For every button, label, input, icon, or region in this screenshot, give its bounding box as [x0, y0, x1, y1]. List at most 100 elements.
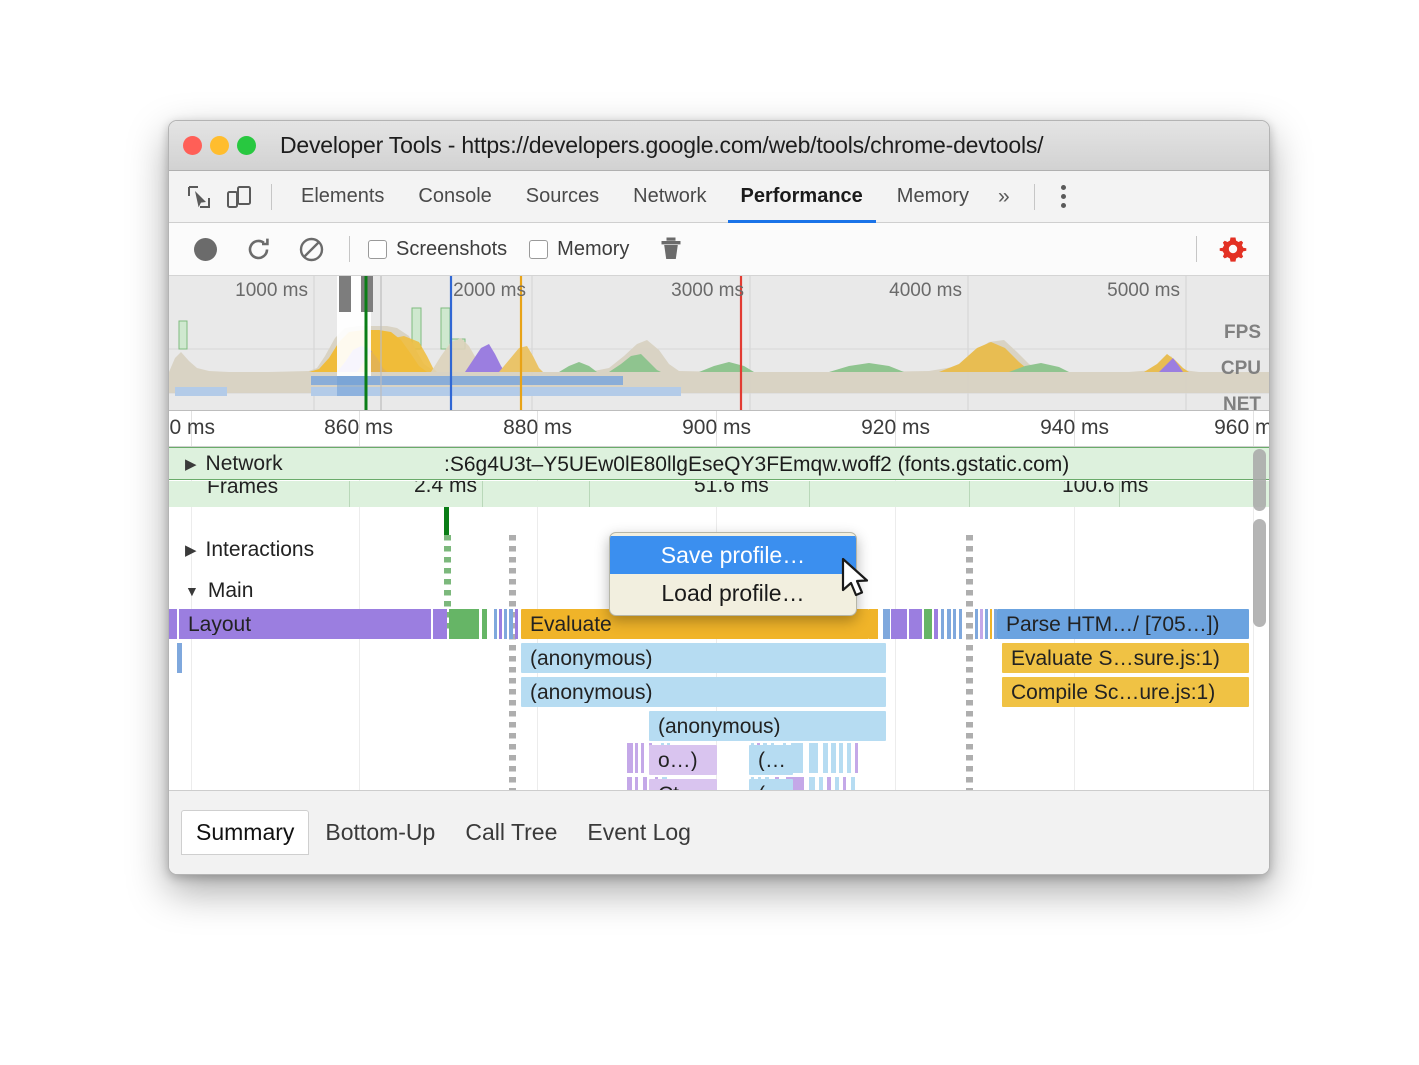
overview-tick: 5000 ms: [1107, 280, 1186, 302]
bar-label: Layout: [179, 614, 251, 635]
tab-bottom-up[interactable]: Bottom-Up: [311, 811, 449, 854]
overview-row-cpu: CPU: [1221, 358, 1261, 380]
window-close-button[interactable]: [183, 136, 202, 155]
more-tabs-icon[interactable]: »: [986, 185, 1022, 209]
tab-label: Event Log: [587, 819, 691, 845]
checkbox-box: [529, 240, 548, 259]
toolbar-divider: [271, 184, 272, 210]
tab-event-log[interactable]: Event Log: [573, 811, 705, 854]
frame-duration: 2.4 ms: [414, 481, 477, 498]
screenshots-label: Screenshots: [396, 238, 507, 261]
frame-duration: 100.6 ms: [1062, 481, 1148, 498]
tab-label: Network: [633, 185, 706, 208]
tab-summary[interactable]: Summary: [181, 810, 309, 855]
frame-duration: 51.6 ms: [694, 481, 769, 498]
compile-script-bar[interactable]: Compile Sc…ure.js:1): [1002, 677, 1249, 707]
anonymous-bar-2[interactable]: (anonymous): [521, 677, 886, 707]
tab-label: Summary: [196, 819, 294, 845]
track-interactions-label: Interactions: [206, 538, 315, 562]
tab-network[interactable]: Network: [616, 171, 723, 223]
tab-label: Call Tree: [465, 819, 557, 845]
gear-icon[interactable]: [1216, 232, 1250, 266]
trash-icon[interactable]: [654, 232, 688, 266]
tab-label: Elements: [301, 185, 384, 208]
bar-label: o…): [649, 750, 698, 771]
ruler-tick: 860 ms: [324, 416, 401, 440]
flame-scrollbar-track[interactable]: [1250, 447, 1269, 842]
window-title: Developer Tools - https://developers.goo…: [280, 132, 1043, 159]
window-minimize-button[interactable]: [210, 136, 229, 155]
menu-item-save-profile[interactable]: Save profile…: [610, 536, 856, 574]
menu-item-load-profile[interactable]: Load profile…: [610, 574, 856, 612]
bar-label: Evaluate: [521, 614, 612, 635]
network-request-tooltip: :S6g4U3t–Y5UEw0lE80llgEseQY3FEmqw.woff2 …: [444, 453, 1069, 477]
bar-label: (anonymous): [521, 648, 653, 669]
anonymous-bar-1[interactable]: (anonymous): [521, 643, 886, 673]
device-toolbar-icon[interactable]: [222, 180, 256, 214]
menu-item-label: Load profile…: [661, 580, 804, 607]
bar-label: (anonymous): [521, 682, 653, 703]
flame-chart[interactable]: ▶ Network :S6g4U3t–Y5UEw0lE80llgEseQY3FE…: [169, 447, 1269, 842]
flame-scrollbar-thumb[interactable]: [1253, 519, 1266, 627]
ruler-tick: 960 ms: [1214, 416, 1269, 440]
flame-scrollbar-thumb-top[interactable]: [1253, 449, 1266, 511]
reload-record-icon[interactable]: [241, 232, 275, 266]
performance-toolbar: Screenshots Memory: [169, 223, 1269, 276]
overview-tick: 2000 ms: [453, 280, 532, 302]
parse-html-bar[interactable]: Parse HTM…/ [705…]): [997, 609, 1249, 639]
bar-label: (…: [749, 750, 786, 771]
devtools-window: Developer Tools - https://developers.goo…: [168, 120, 1270, 875]
anonymous-bar-3[interactable]: (anonymous): [649, 711, 886, 741]
checkbox-box: [368, 240, 387, 259]
tab-label: Memory: [897, 185, 969, 208]
record-circle-icon[interactable]: [188, 232, 222, 266]
screenshots-checkbox[interactable]: Screenshots: [368, 238, 507, 261]
ruler-tick: 840 ms: [169, 416, 223, 440]
tab-sources[interactable]: Sources: [509, 171, 616, 223]
tab-elements[interactable]: Elements: [284, 171, 401, 223]
toolbar-divider-2: [1034, 184, 1035, 210]
overview-row-net: NET: [1223, 394, 1261, 411]
overview-row-fps: FPS: [1224, 322, 1261, 344]
paren-bar-1[interactable]: (…: [749, 745, 793, 775]
tab-console[interactable]: Console: [401, 171, 508, 223]
evaluate-script-right-bar[interactable]: Evaluate S…sure.js:1): [1002, 643, 1249, 673]
ruler-tick: 920 ms: [861, 416, 938, 440]
timeline-ruler[interactable]: 840 ms 860 ms 880 ms 900 ms 920 ms 940 m…: [169, 411, 1269, 447]
o-bar[interactable]: o…): [649, 745, 717, 775]
bar-label: Compile Sc…ure.js:1): [1002, 682, 1215, 703]
tab-memory[interactable]: Memory: [880, 171, 986, 223]
track-main-label: Main: [208, 579, 254, 603]
overview-tick: 1000 ms: [235, 280, 314, 302]
clear-icon[interactable]: [294, 232, 328, 266]
inspect-cursor-icon[interactable]: [182, 180, 216, 214]
window-zoom-button[interactable]: [237, 136, 256, 155]
ruler-tick: 940 ms: [1040, 416, 1117, 440]
drawer-tabbar: Summary Bottom-Up Call Tree Event Log: [169, 790, 1269, 874]
track-frames[interactable]: Frames 2.4 ms 51.6 ms 100.6 ms: [169, 481, 1269, 507]
layout-bar[interactable]: Layout: [179, 609, 431, 639]
ruler-tick: 900 ms: [682, 416, 759, 440]
devtools-tabbar: Elements Console Sources Network Perform…: [169, 171, 1269, 223]
window-titlebar: Developer Tools - https://developers.goo…: [169, 121, 1269, 171]
chevron-down-icon[interactable]: ▼: [185, 583, 199, 599]
context-menu[interactable]: Save profile… Load profile…: [609, 532, 857, 616]
track-network-label: Network: [206, 452, 283, 476]
bar-label: (anonymous): [649, 716, 781, 737]
settings-area: [1184, 232, 1253, 266]
timeline-overview[interactable]: 1000 ms 2000 ms 3000 ms 4000 ms 5000 ms …: [169, 276, 1269, 411]
ruler-tick: 880 ms: [503, 416, 580, 440]
menu-item-label: Save profile…: [661, 542, 805, 569]
chevron-right-icon[interactable]: ▶: [185, 541, 197, 559]
tab-label: Console: [418, 185, 491, 208]
tab-label: Sources: [526, 185, 599, 208]
chevron-right-icon[interactable]: ▶: [185, 455, 197, 473]
tab-call-tree[interactable]: Call Tree: [451, 811, 571, 854]
track-frames-label: Frames: [207, 481, 278, 499]
perf-divider: [349, 236, 350, 262]
kebab-menu-icon[interactable]: [1047, 185, 1080, 208]
tab-label: Bottom-Up: [325, 819, 435, 845]
tab-performance[interactable]: Performance: [724, 171, 880, 223]
memory-checkbox[interactable]: Memory: [529, 238, 629, 261]
bar-label: Parse HTM…/ [705…]): [997, 614, 1220, 635]
